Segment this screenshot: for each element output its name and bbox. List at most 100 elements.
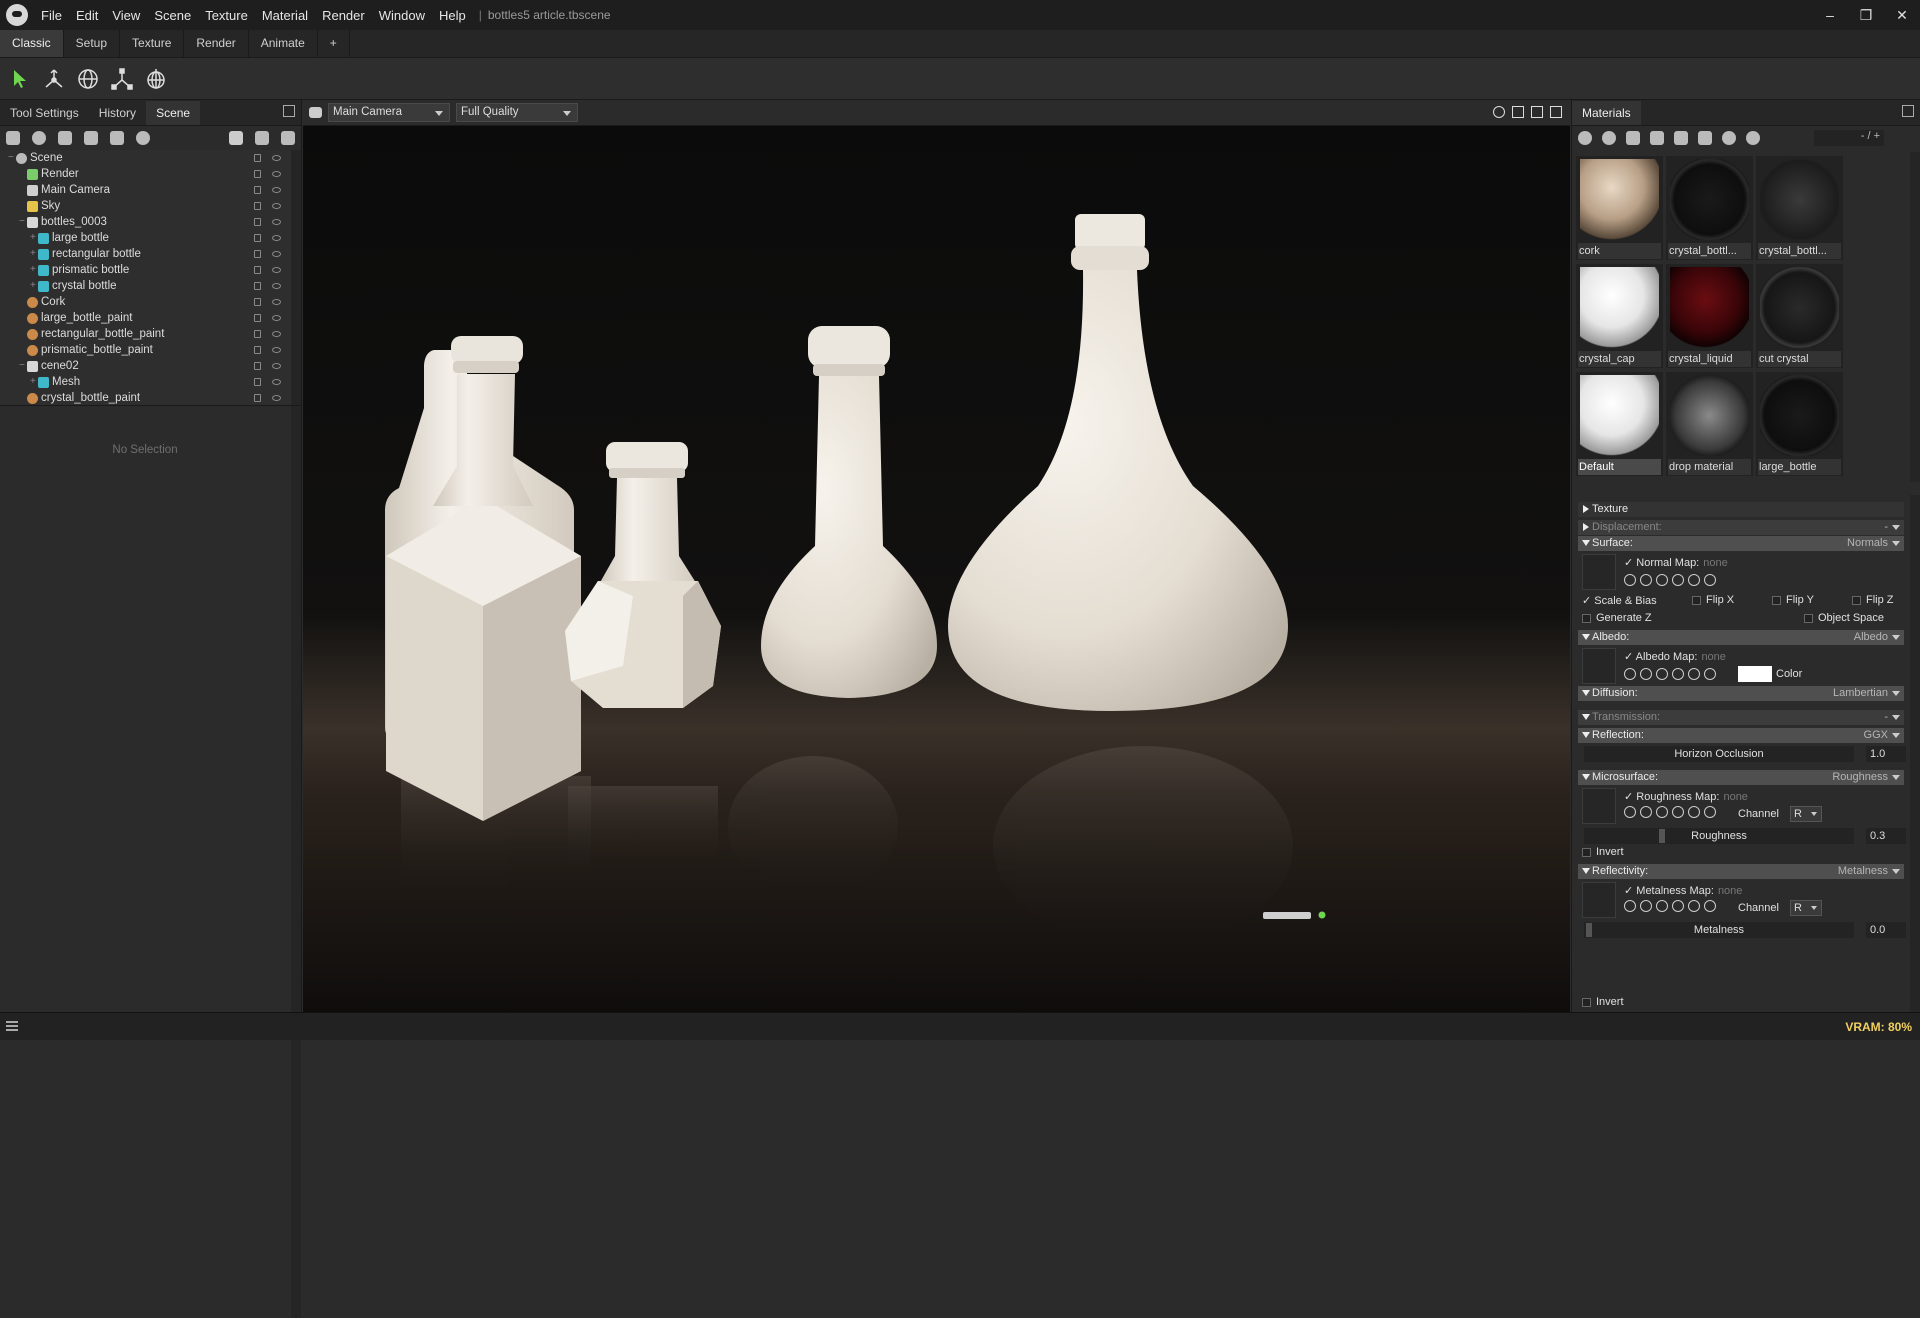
metalness-slider[interactable]: Metalness (1584, 922, 1854, 938)
albedo-section[interactable]: Albedo: Albedo (1578, 630, 1904, 645)
normal-map-slot[interactable] (1582, 554, 1616, 590)
material-card[interactable]: crystal_bottl... (1666, 156, 1753, 260)
folder-icon[interactable] (229, 131, 243, 145)
flip-x-checkbox[interactable] (1692, 596, 1701, 605)
expand-icon[interactable]: + (30, 278, 38, 294)
lock-icon[interactable] (254, 362, 261, 370)
menu-window[interactable]: Window (372, 8, 432, 23)
metalness-channel-select[interactable]: R (1790, 900, 1822, 916)
roughness-channel-select[interactable]: R (1790, 806, 1822, 822)
metalness-map-tools[interactable] (1624, 900, 1716, 912)
popout-icon[interactable] (1550, 106, 1562, 118)
lock-icon[interactable] (254, 218, 261, 226)
menu-edit[interactable]: Edit (69, 8, 105, 23)
close-icon[interactable]: ✕ (1884, 7, 1920, 24)
material-card[interactable]: cut crystal (1756, 264, 1843, 368)
add-camera-icon[interactable] (58, 131, 72, 145)
add-shape-icon[interactable] (110, 131, 124, 145)
lock-icon[interactable] (254, 282, 261, 290)
horizon-occlusion-value[interactable]: 1.0 (1866, 746, 1906, 762)
lock-icon[interactable] (254, 298, 261, 306)
scene-tree-item[interactable]: rectangular_bottle_paint (0, 326, 301, 342)
world-transform-icon[interactable] (142, 65, 170, 93)
visibility-eye-icon[interactable] (272, 299, 281, 305)
viewport[interactable]: Main Camera Full Quality (303, 100, 1570, 1012)
generate-z-checkbox[interactable] (1582, 614, 1591, 623)
add-sky-icon[interactable] (84, 131, 98, 145)
metalness-invert-checkbox[interactable] (1582, 998, 1591, 1007)
rotate-gizmo-icon[interactable] (74, 65, 102, 93)
camera-select[interactable]: Main Camera (328, 103, 450, 122)
horizon-occlusion-slider[interactable]: Horizon Occlusion (1584, 746, 1854, 762)
eyedropper-icon[interactable] (1698, 131, 1712, 145)
menu-scene[interactable]: Scene (147, 8, 198, 23)
diffusion-section[interactable]: Diffusion: Lambertian (1578, 686, 1904, 701)
expand-icon[interactable]: − (19, 214, 27, 230)
material-counter[interactable]: - / + (1814, 130, 1884, 146)
visibility-eye-icon[interactable] (272, 187, 281, 193)
albedo-map-tools[interactable] (1624, 668, 1716, 680)
apply-material-icon[interactable] (1722, 131, 1736, 145)
visibility-eye-icon[interactable] (272, 395, 281, 401)
duplicate-material-icon[interactable] (1602, 131, 1616, 145)
tab-setup[interactable]: Setup (64, 30, 121, 57)
menu-hamburger-icon[interactable] (6, 1021, 18, 1031)
scene-tree-item[interactable]: crystal_bottle_paint (0, 390, 301, 405)
normal-map-tools[interactable] (1624, 574, 1716, 586)
expand-icon[interactable]: − (8, 150, 16, 166)
tree-scrollbar[interactable] (291, 150, 301, 405)
visibility-eye-icon[interactable] (272, 155, 281, 161)
scale-bias-checkbox[interactable]: ✓ Scale & Bias (1582, 594, 1657, 607)
tab-texture[interactable]: Texture (120, 30, 185, 57)
expand-icon[interactable]: − (19, 358, 27, 374)
roughness-map-slot[interactable] (1582, 788, 1616, 824)
scene-tree-item[interactable]: Main Camera (0, 182, 301, 198)
visibility-eye-icon[interactable] (272, 379, 281, 385)
add-workspace-button[interactable]: + (318, 30, 350, 57)
render-view[interactable] (303, 126, 1570, 1012)
lock-icon[interactable] (254, 266, 261, 274)
scene-tree-item[interactable]: Sky (0, 198, 301, 214)
folder-icon[interactable] (1650, 131, 1664, 145)
popout-icon[interactable] (1902, 105, 1914, 117)
scene-tree-item[interactable]: Cork (0, 294, 301, 310)
lock-icon[interactable] (254, 330, 261, 338)
tab-classic[interactable]: Classic (0, 30, 64, 57)
trash-icon[interactable] (281, 131, 295, 145)
object-space-checkbox[interactable] (1804, 614, 1813, 623)
visibility-eye-icon[interactable] (272, 267, 281, 273)
lock-icon[interactable] (254, 170, 261, 178)
scene-tree-item[interactable]: + large bottle (0, 230, 301, 246)
material-card[interactable]: crystal_cap (1576, 264, 1663, 368)
scene-tree-item[interactable]: + rectangular bottle (0, 246, 301, 262)
add-group-icon[interactable] (136, 131, 150, 145)
roughness-slider[interactable]: Roughness (1584, 828, 1854, 844)
material-card[interactable]: crystal_liquid (1666, 264, 1753, 368)
tab-materials[interactable]: Materials (1572, 101, 1641, 125)
scene-tree-item[interactable]: + Mesh (0, 374, 301, 390)
visibility-eye-icon[interactable] (272, 347, 281, 353)
scale-gizmo-icon[interactable] (108, 65, 136, 93)
lock-icon[interactable] (254, 202, 261, 210)
expand-icon[interactable]: + (30, 246, 38, 262)
roughness-invert-checkbox[interactable] (1582, 848, 1591, 857)
trash-icon[interactable] (1674, 131, 1688, 145)
scene-tree-item[interactable]: large_bottle_paint (0, 310, 301, 326)
add-material-icon[interactable] (1578, 131, 1592, 145)
scene-tree-item[interactable]: + prismatic bottle (0, 262, 301, 278)
duplicate-icon[interactable] (255, 131, 269, 145)
scene-tree-item[interactable]: prismatic_bottle_paint (0, 342, 301, 358)
metalness-value[interactable]: 0.0 (1866, 922, 1906, 938)
tab-render[interactable]: Render (184, 30, 249, 57)
tab-tool-settings[interactable]: Tool Settings (0, 101, 89, 125)
flip-y-checkbox[interactable] (1772, 596, 1781, 605)
surface-section[interactable]: Surface: Normals (1578, 536, 1904, 551)
transmission-section[interactable]: Transmission: - (1578, 710, 1904, 725)
microsurface-section[interactable]: Microsurface: Roughness (1578, 770, 1904, 785)
material-card[interactable]: crystal_bottl... (1756, 156, 1843, 260)
visibility-eye-icon[interactable] (272, 331, 281, 337)
popout-icon[interactable] (283, 105, 295, 117)
menu-material[interactable]: Material (255, 8, 315, 23)
lock-icon[interactable] (254, 154, 261, 162)
reflection-section[interactable]: Reflection: GGX (1578, 728, 1904, 743)
